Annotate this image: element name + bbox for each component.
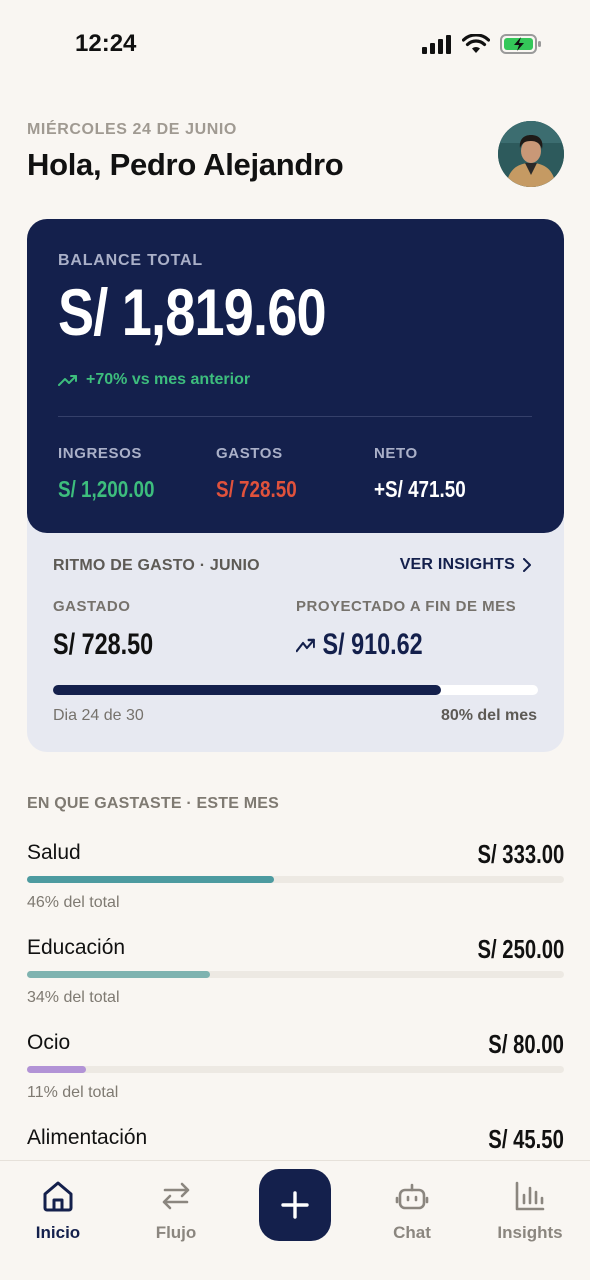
category-bar	[27, 1066, 564, 1073]
signal-icon	[422, 35, 451, 54]
tab-insights[interactable]: Insights	[480, 1179, 580, 1243]
stat-expenses-value: S/ 728.50	[216, 476, 297, 502]
stat-net: NETO +S/ 471.50	[374, 445, 486, 503]
plus-icon	[281, 1191, 309, 1219]
chevron-right-icon	[523, 558, 531, 572]
category-amount: S/ 45.50	[488, 1124, 564, 1154]
add-transaction-button[interactable]	[259, 1169, 331, 1241]
category-name: Alimentación	[27, 1126, 148, 1149]
category-pct: 46% del total	[27, 894, 120, 911]
battery-icon	[500, 34, 541, 54]
balance-card: BALANCE TOTAL S/ 1,819.60 +70% vs mes an…	[27, 219, 564, 533]
category-name: Ocio	[27, 1031, 71, 1054]
view-insights-label: VER INSIGHTS	[399, 556, 515, 573]
balance-amount: S/ 1,819.60	[58, 275, 327, 349]
category-bar	[27, 876, 564, 883]
trending-up-icon	[296, 638, 315, 653]
stat-income: INGRESOS S/ 1,200.00	[58, 445, 176, 503]
view-insights-link[interactable]: VER INSIGHTS	[400, 556, 531, 574]
pace-pct-text: 80% del mes	[440, 707, 537, 724]
bot-icon	[395, 1183, 429, 1210]
pace-title: RITMO DE GASTO · JUNIO	[53, 557, 260, 574]
stat-net-value: +S/ 471.50	[374, 476, 466, 502]
tab-inicio-label: Inicio	[35, 1223, 81, 1242]
status-bar: 12:24	[0, 0, 590, 90]
category-pct: 34% del total	[27, 989, 120, 1006]
category-pct: 11% del total	[27, 1084, 119, 1101]
arrows-swap-icon	[162, 1182, 190, 1210]
tab-chat-label: Chat	[393, 1223, 431, 1242]
trending-up-icon	[58, 375, 77, 386]
stat-income-value: S/ 1,200.00	[58, 476, 155, 502]
category-item[interactable]: Ocio S/ 80.00 11% del total	[27, 1029, 564, 1111]
category-amount: S/ 250.00	[477, 934, 564, 964]
tab-inicio[interactable]: Inicio	[8, 1179, 108, 1243]
category-name: Salud	[27, 841, 81, 864]
spent-label: GASTADO	[53, 598, 131, 615]
status-icons	[422, 33, 542, 55]
category-item[interactable]: Salud S/ 333.00 46% del total	[27, 839, 564, 921]
avatar[interactable]	[498, 121, 564, 187]
stat-expenses-label: GASTOS	[216, 445, 283, 462]
status-time: 12:24	[75, 30, 137, 57]
tab-flujo[interactable]: Flujo	[126, 1179, 226, 1243]
projected-row: S/ 910.62	[296, 628, 468, 662]
tab-chat[interactable]: Chat	[362, 1179, 462, 1243]
greeting-title: Hola, Pedro Alejandro	[27, 147, 344, 182]
wifi-icon	[462, 34, 490, 53]
category-bar-fill	[27, 876, 275, 883]
spent-value: S/ 728.50	[53, 628, 154, 661]
spent-block: GASTADO S/ 728.50	[53, 598, 181, 662]
stat-expenses: GASTOS S/ 728.50	[216, 445, 314, 503]
home-icon	[43, 1181, 73, 1212]
avatar-photo	[498, 121, 564, 187]
month-progress-fill	[53, 685, 441, 695]
bar-chart-icon	[515, 1181, 545, 1211]
date-label: MIÉRCOLES 24 DE JUNIO	[27, 121, 237, 138]
tab-bar: Inicio Flujo Chat Insights	[0, 1160, 590, 1280]
projected-label: PROYECTADO A FIN DE MES	[296, 598, 517, 615]
balance-divider	[58, 416, 532, 417]
category-bar	[27, 971, 564, 978]
tab-flujo-label: Flujo	[155, 1223, 197, 1242]
category-amount: S/ 333.00	[477, 839, 564, 869]
category-name: Educación	[27, 936, 126, 959]
balance-trend: +70% vs mes anterior	[58, 371, 250, 389]
balance-trend-text: +70% vs mes anterior	[86, 371, 251, 388]
projected-value: S/ 910.62	[322, 628, 423, 661]
spending-section-title: EN QUE GASTASTE · ESTE MES	[27, 795, 280, 812]
month-progress-bar	[53, 685, 538, 695]
category-item[interactable]: Educación S/ 250.00 34% del total	[27, 934, 564, 1016]
stat-net-label: NETO	[374, 445, 418, 462]
tab-insights-label: Insights	[497, 1223, 563, 1242]
stat-income-label: INGRESOS	[58, 445, 142, 462]
pace-day-text: Dia 24 de 30	[53, 707, 144, 724]
projected-block: PROYECTADO A FIN DE MES S/ 910.62	[296, 598, 516, 662]
category-bar-fill	[27, 1066, 87, 1073]
balance-label: BALANCE TOTAL	[58, 252, 203, 269]
category-bar-fill	[27, 971, 210, 978]
category-amount: S/ 80.00	[488, 1029, 564, 1059]
